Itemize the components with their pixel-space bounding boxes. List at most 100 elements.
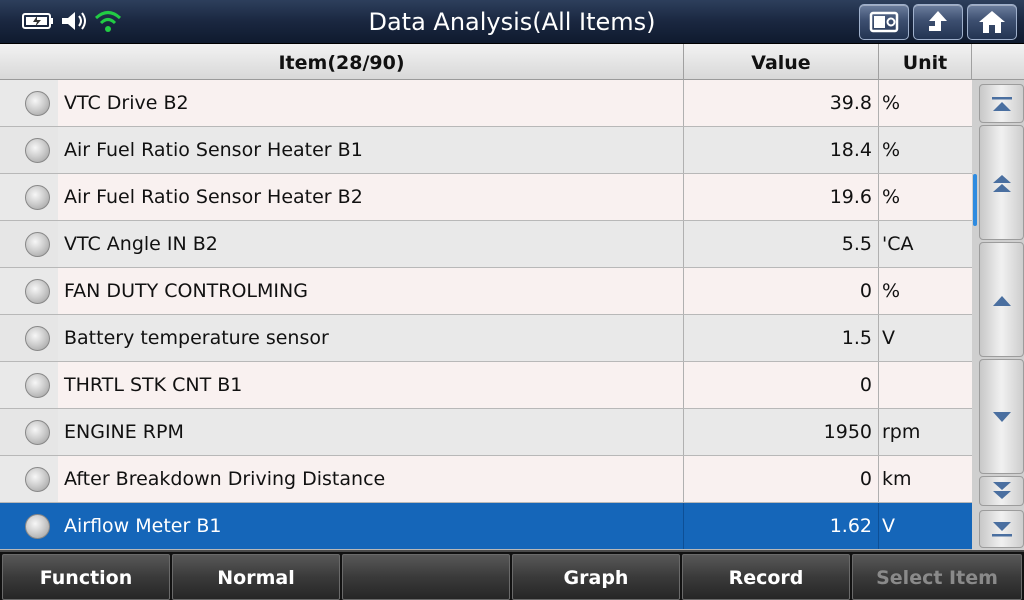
row-bullet-icon xyxy=(25,232,50,257)
data-rows: VTC Drive B2 39.8% Air Fuel Ratio Sensor H… xyxy=(0,80,972,550)
item-name: After Breakdown Driving Distance xyxy=(64,468,386,490)
function-button[interactable]: Function xyxy=(2,554,170,600)
table-row[interactable]: Battery temperature sensor 1.5 V xyxy=(0,315,972,362)
item-cell: Airflow Meter B1 xyxy=(0,503,684,549)
table-row[interactable]: VTC Angle IN B2 5.5 'CA xyxy=(0,221,972,268)
value-cell: 5.5 xyxy=(684,221,879,267)
row-bullet-icon xyxy=(25,326,50,351)
value-cell: 0 xyxy=(684,456,879,502)
row-bullet-icon xyxy=(25,514,50,539)
item-cell: ENGINE RPM xyxy=(0,409,684,455)
bottom-toolbar: Function Normal Graph Record Select Item xyxy=(0,550,1024,600)
row-bullet-icon xyxy=(25,185,50,210)
speaker-icon xyxy=(62,12,86,30)
scroll-top-icon xyxy=(991,96,1012,111)
normal-button[interactable]: Normal xyxy=(172,554,340,600)
item-cell: Air Fuel Ratio Sensor Heater B1 xyxy=(0,127,684,173)
item-name: Air Fuel Ratio Sensor Heater B1 xyxy=(64,139,363,161)
home-button[interactable] xyxy=(967,4,1017,40)
value-cell: 1.62 xyxy=(684,503,879,549)
line-up-icon xyxy=(992,295,1011,306)
column-header-item: Item(28/90) xyxy=(0,44,684,80)
item-name: Battery temperature sensor xyxy=(64,327,329,349)
item-cell: Battery temperature sensor xyxy=(0,315,684,361)
scroll-top-button[interactable] xyxy=(979,84,1024,123)
page-down-icon xyxy=(992,482,1011,499)
page-up-icon xyxy=(992,174,1011,192)
table-row[interactable]: ENGINE RPM 1950 rpm xyxy=(0,409,972,456)
row-bullet-icon xyxy=(25,373,50,398)
row-bullet-icon xyxy=(25,279,50,304)
unit-cell: % xyxy=(882,280,901,302)
data-table: Item(28/90) Value Unit VTC Drive B2 39.8%… xyxy=(0,44,1024,550)
item-cell: After Breakdown Driving Distance xyxy=(0,456,684,502)
unit-cell: V xyxy=(882,515,895,537)
value-cell: 0 xyxy=(684,268,879,314)
scroll-bottom-icon xyxy=(991,522,1012,537)
row-bullet-icon xyxy=(25,467,50,492)
item-cell: Air Fuel Ratio Sensor Heater B2 xyxy=(0,174,684,220)
table-header: Item(28/90) Value Unit xyxy=(0,44,1024,80)
value-cell: 19.6 xyxy=(684,174,879,220)
screenshot-icon xyxy=(869,11,899,33)
graph-button[interactable]: Graph xyxy=(512,554,680,600)
item-cell: VTC Drive B2 xyxy=(0,80,684,126)
unit-cell: % xyxy=(882,139,901,161)
table-row[interactable]: Airflow Meter B1 1.62 V xyxy=(0,503,972,550)
item-name: VTC Angle IN B2 xyxy=(64,233,218,255)
unit-cell: V xyxy=(882,327,895,349)
unit-cell: rpm xyxy=(882,421,921,443)
value-cell: 0 xyxy=(684,362,879,408)
table-row[interactable]: After Breakdown Driving Distance 0 km xyxy=(0,456,972,503)
page-title: Data Analysis(All Items) xyxy=(368,8,656,36)
record-button[interactable]: Record xyxy=(682,554,850,600)
column-header-scroll xyxy=(972,44,1024,80)
wifi-icon xyxy=(94,11,122,32)
unit-cell: 'CA xyxy=(882,233,914,255)
row-bullet-icon xyxy=(25,138,50,163)
page-up-button[interactable] xyxy=(979,125,1024,240)
battery-icon xyxy=(22,13,53,29)
value-cell: 1950 xyxy=(684,409,879,455)
value-cell: 18.4 xyxy=(684,127,879,173)
table-row[interactable]: Air Fuel Ratio Sensor Heater B2 19.6% xyxy=(0,174,972,221)
row-bullet-icon xyxy=(25,420,50,445)
blank-button[interactable] xyxy=(342,554,510,600)
scroll-bottom-button[interactable] xyxy=(979,510,1024,548)
table-row[interactable]: FAN DUTY CONTROLMING 0% xyxy=(0,268,972,315)
line-down-icon xyxy=(992,411,1011,422)
table-row[interactable]: VTC Drive B2 39.8% xyxy=(0,80,972,127)
unit-cell xyxy=(879,362,972,408)
column-header-unit: Unit xyxy=(879,44,972,80)
line-up-button[interactable] xyxy=(979,242,1024,357)
unit-cell: % xyxy=(882,186,901,208)
item-name: FAN DUTY CONTROLMING xyxy=(64,280,308,302)
item-name: VTC Drive B2 xyxy=(64,92,189,114)
item-name: THRTL STK CNT B1 xyxy=(64,374,243,396)
item-cell: VTC Angle IN B2 xyxy=(0,221,684,267)
item-cell: FAN DUTY CONTROLMING xyxy=(0,268,684,314)
page-down-button[interactable] xyxy=(979,476,1024,506)
row-bullet-icon xyxy=(25,91,50,116)
table-row[interactable]: THRTL STK CNT B1 0 xyxy=(0,362,972,409)
item-name: ENGINE RPM xyxy=(64,421,184,443)
select-item-button[interactable]: Select Item xyxy=(852,554,1022,600)
back-button[interactable] xyxy=(913,4,963,40)
unit-cell: % xyxy=(882,92,901,114)
item-name: Air Fuel Ratio Sensor Heater B2 xyxy=(64,186,363,208)
unit-cell: km xyxy=(882,468,912,490)
line-down-button[interactable] xyxy=(979,359,1024,474)
scroll-controls xyxy=(972,80,1024,550)
title-bar: Data Analysis(All Items) xyxy=(0,0,1024,44)
back-icon xyxy=(929,11,947,31)
item-name: Airflow Meter B1 xyxy=(64,515,222,537)
status-icons xyxy=(22,8,122,34)
screenshot-button[interactable] xyxy=(859,4,909,40)
home-icon xyxy=(979,11,1005,33)
value-cell: 1.5 xyxy=(684,315,879,361)
item-cell: THRTL STK CNT B1 xyxy=(0,362,684,408)
column-header-value: Value xyxy=(684,44,879,80)
value-cell: 39.8 xyxy=(684,80,879,126)
scroll-position-indicator xyxy=(973,174,977,226)
table-row[interactable]: Air Fuel Ratio Sensor Heater B1 18.4% xyxy=(0,127,972,174)
